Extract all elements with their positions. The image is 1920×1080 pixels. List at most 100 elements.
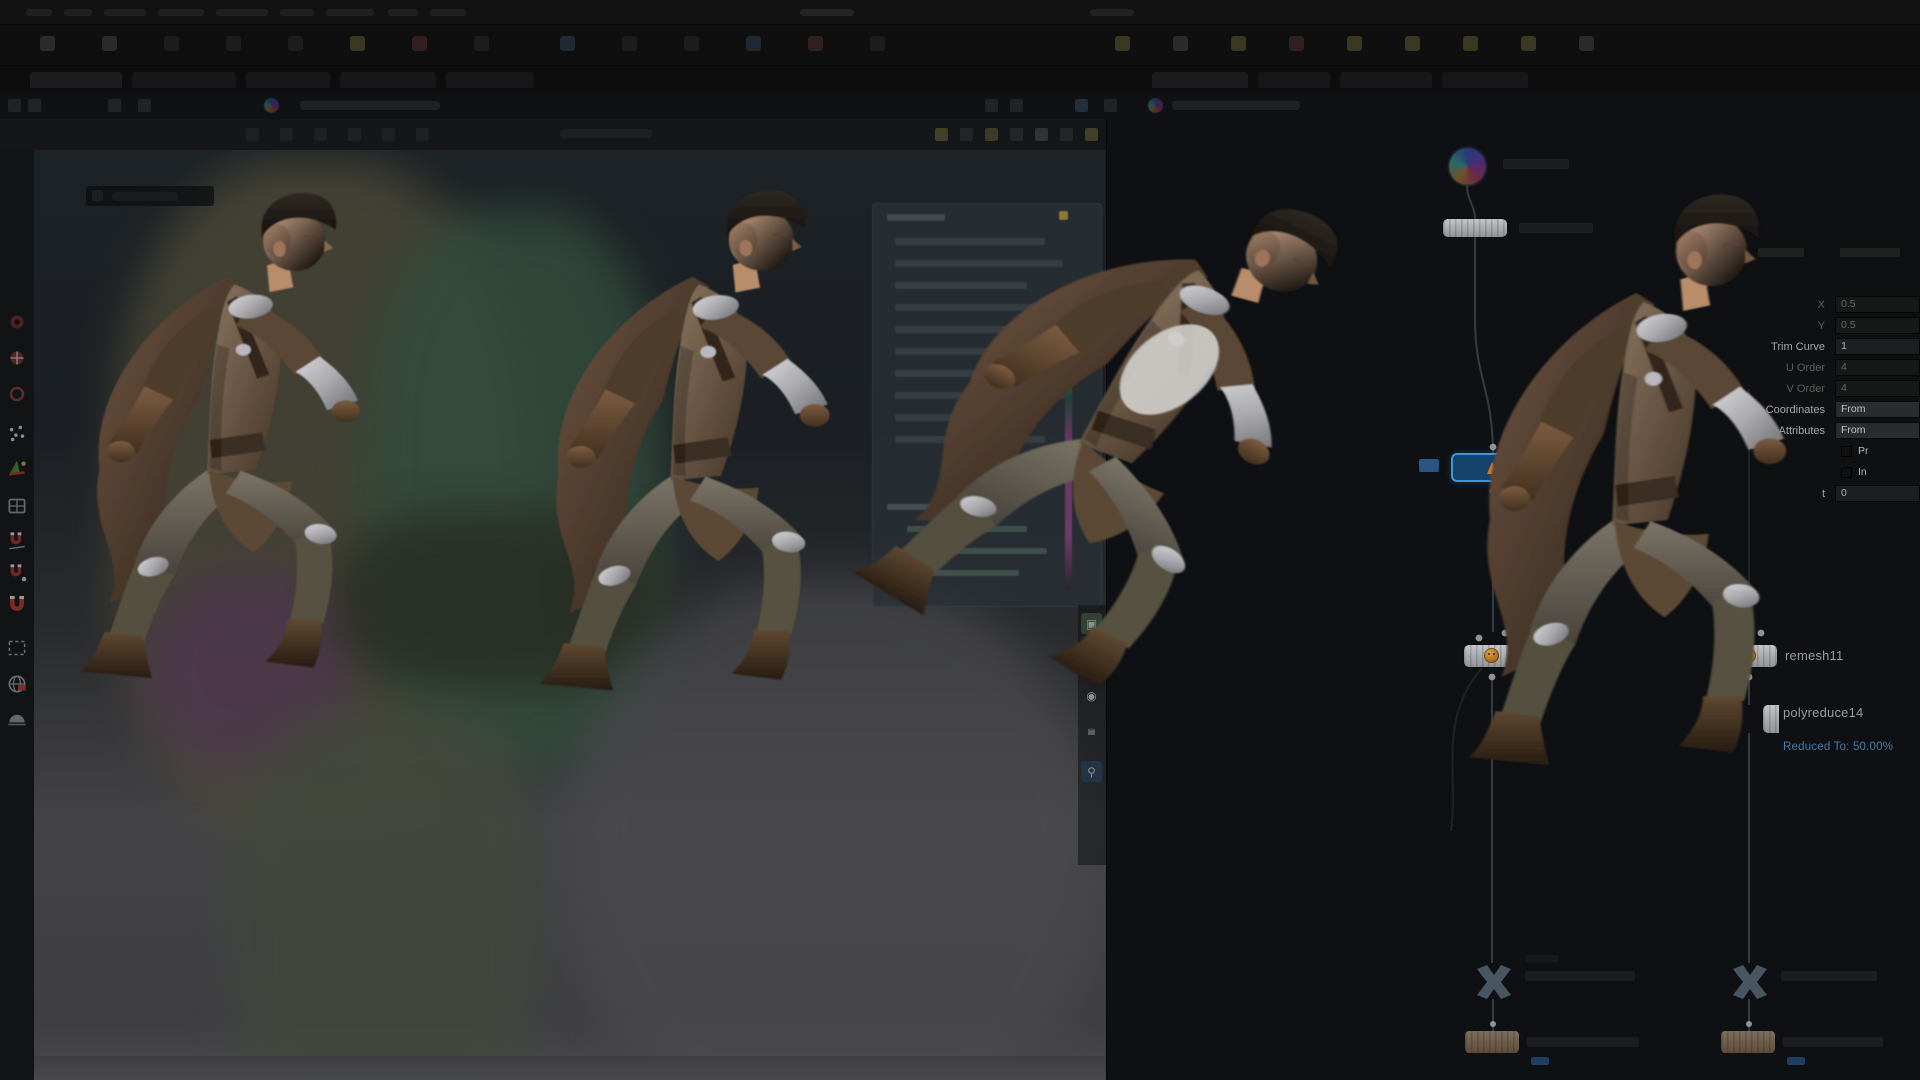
- shelf-tab[interactable]: [246, 72, 330, 88]
- shelf-toolbar[interactable]: [0, 25, 1920, 66]
- points-icon[interactable]: [5, 422, 29, 446]
- menu-item[interactable]: [216, 9, 268, 16]
- axis-snap-icon[interactable]: [5, 456, 29, 480]
- shelf-tool-icon[interactable]: [40, 36, 55, 51]
- parameter-value[interactable]: From: [1835, 422, 1920, 439]
- parameter-row[interactable]: X0.5: [1688, 294, 1920, 315]
- shelf-tool-icon[interactable]: [1231, 36, 1246, 51]
- null-node[interactable]: [1729, 963, 1771, 1001]
- parameter-tab[interactable]: [1758, 248, 1804, 257]
- parameter-value[interactable]: 0.5: [1835, 317, 1920, 334]
- shelf-tool-icon[interactable]: [808, 36, 823, 51]
- shelf-tool-icon[interactable]: [350, 36, 365, 51]
- shelf-tool-icon[interactable]: [870, 36, 885, 51]
- shelf-tool-icon[interactable]: [1173, 36, 1188, 51]
- tool-icon[interactable]: [960, 128, 973, 141]
- output-node[interactable]: [1465, 1031, 1519, 1053]
- panel-pin-icon[interactable]: [1059, 211, 1068, 220]
- render-view-icon[interactable]: ▣: [1081, 613, 1102, 634]
- snap-icon[interactable]: [5, 592, 29, 616]
- tool-icon[interactable]: [246, 128, 259, 141]
- parameter-value[interactable]: Pr: [1835, 443, 1920, 460]
- viewport-canvas[interactable]: ▣ ⋔ ◉ ▤ ⚲: [34, 150, 1106, 1080]
- viewport-right-toolbar[interactable]: ▣ ⋔ ◉ ▤ ⚲: [1078, 605, 1106, 865]
- playbar-strip[interactable]: [34, 1056, 1106, 1080]
- shelf-tool-icon[interactable]: [746, 36, 761, 51]
- polyreduce-node[interactable]: [1763, 705, 1779, 733]
- tool-icon[interactable]: [985, 128, 998, 141]
- tool-icon[interactable]: [1010, 128, 1023, 141]
- shelf-tab[interactable]: [1258, 72, 1330, 88]
- shelf-tab[interactable]: [30, 72, 122, 88]
- dome-light-icon[interactable]: [5, 706, 29, 730]
- shelf-tool-icon[interactable]: [1463, 36, 1478, 51]
- forward-icon[interactable]: [1104, 99, 1117, 112]
- parameter-value[interactable]: 4: [1835, 359, 1920, 376]
- snap-multi-icon[interactable]: [5, 528, 29, 552]
- parameter-row[interactable]: Trim Curve1: [1688, 336, 1920, 357]
- tool-icon[interactable]: [935, 128, 948, 141]
- menu-item[interactable]: [64, 9, 92, 16]
- menu-item[interactable]: [280, 9, 314, 16]
- level-badge-icon[interactable]: ▤: [1081, 721, 1102, 742]
- forward-icon[interactable]: [138, 99, 151, 112]
- parameter-row[interactable]: Paste CoordinatesFrom: [1688, 399, 1920, 420]
- remesh11-node[interactable]: [1721, 645, 1777, 667]
- remesh-node[interactable]: [1464, 645, 1520, 667]
- shelf-tab[interactable]: [340, 72, 436, 88]
- shelf-tool-icon[interactable]: [1347, 36, 1362, 51]
- shelf-tool-icon[interactable]: [560, 36, 575, 51]
- parameter-value[interactable]: 4: [1835, 380, 1920, 397]
- shelf-tab[interactable]: [1152, 72, 1248, 88]
- tool-icon[interactable]: [348, 128, 361, 141]
- menu-item[interactable]: [158, 9, 204, 16]
- menu-item[interactable]: [26, 9, 52, 16]
- menu-item[interactable]: [326, 9, 374, 16]
- parameter-row[interactable]: Y0.5: [1688, 315, 1920, 336]
- select-tool-icon[interactable]: [5, 310, 29, 334]
- shelf-tool-icon[interactable]: [622, 36, 637, 51]
- tool-icon[interactable]: [1085, 128, 1098, 141]
- rotate-tool-icon[interactable]: [5, 382, 29, 406]
- selected-node[interactable]: [1453, 455, 1533, 480]
- shelf-tool-icon[interactable]: [288, 36, 303, 51]
- tool-icon[interactable]: [416, 128, 429, 141]
- parameter-row[interactable]: Pr: [1688, 441, 1920, 462]
- parameter-row[interactable]: V Order4: [1688, 378, 1920, 399]
- path-bars[interactable]: [0, 92, 1920, 120]
- network-path[interactable]: [300, 101, 440, 110]
- shelf-tool-icon[interactable]: [412, 36, 427, 51]
- shelf-tool-icon[interactable]: [684, 36, 699, 51]
- material-info-panel[interactable]: [872, 203, 1102, 607]
- parameter-row[interactable]: In: [1688, 462, 1920, 483]
- shelf-tool-icon[interactable]: [474, 36, 489, 51]
- menu-item[interactable]: [430, 9, 466, 16]
- parameter-value[interactable]: 1: [1835, 338, 1920, 355]
- history-icon[interactable]: [1010, 99, 1023, 112]
- parameter-value[interactable]: 0.5: [1835, 296, 1920, 313]
- subnet-node[interactable]: [1449, 148, 1486, 185]
- output-node[interactable]: [1721, 1031, 1775, 1053]
- shelf-tool-icon[interactable]: [164, 36, 179, 51]
- checkbox-icon[interactable]: [1841, 446, 1852, 457]
- menu-item[interactable]: [104, 9, 146, 16]
- back-icon[interactable]: [1075, 99, 1088, 112]
- viewport-left-toolbar[interactable]: [0, 150, 35, 1080]
- parameter-value[interactable]: From: [1835, 401, 1920, 418]
- node-flag-chip[interactable]: [1419, 459, 1439, 472]
- view-globe-icon[interactable]: [5, 672, 29, 696]
- shelf-tool-icon[interactable]: [1405, 36, 1420, 51]
- shelf-tab[interactable]: [446, 72, 534, 88]
- pin-icon[interactable]: [8, 99, 21, 112]
- shelf-tool-icon[interactable]: [1115, 36, 1130, 51]
- shelf-tool-icon[interactable]: [1579, 36, 1594, 51]
- main-menubar[interactable]: [0, 0, 1920, 25]
- parameter-value[interactable]: In: [1835, 464, 1920, 481]
- tool-icon[interactable]: [280, 128, 293, 141]
- camera-menu[interactable]: [86, 186, 214, 206]
- wire-handle-icon[interactable]: ⋔: [1081, 649, 1102, 670]
- snapshot-pin-icon[interactable]: ⚲: [1081, 761, 1102, 782]
- parameter-row[interactable]: t0: [1688, 483, 1920, 504]
- null-node[interactable]: [1473, 963, 1515, 1001]
- panel-menu-icon[interactable]: [1041, 211, 1050, 220]
